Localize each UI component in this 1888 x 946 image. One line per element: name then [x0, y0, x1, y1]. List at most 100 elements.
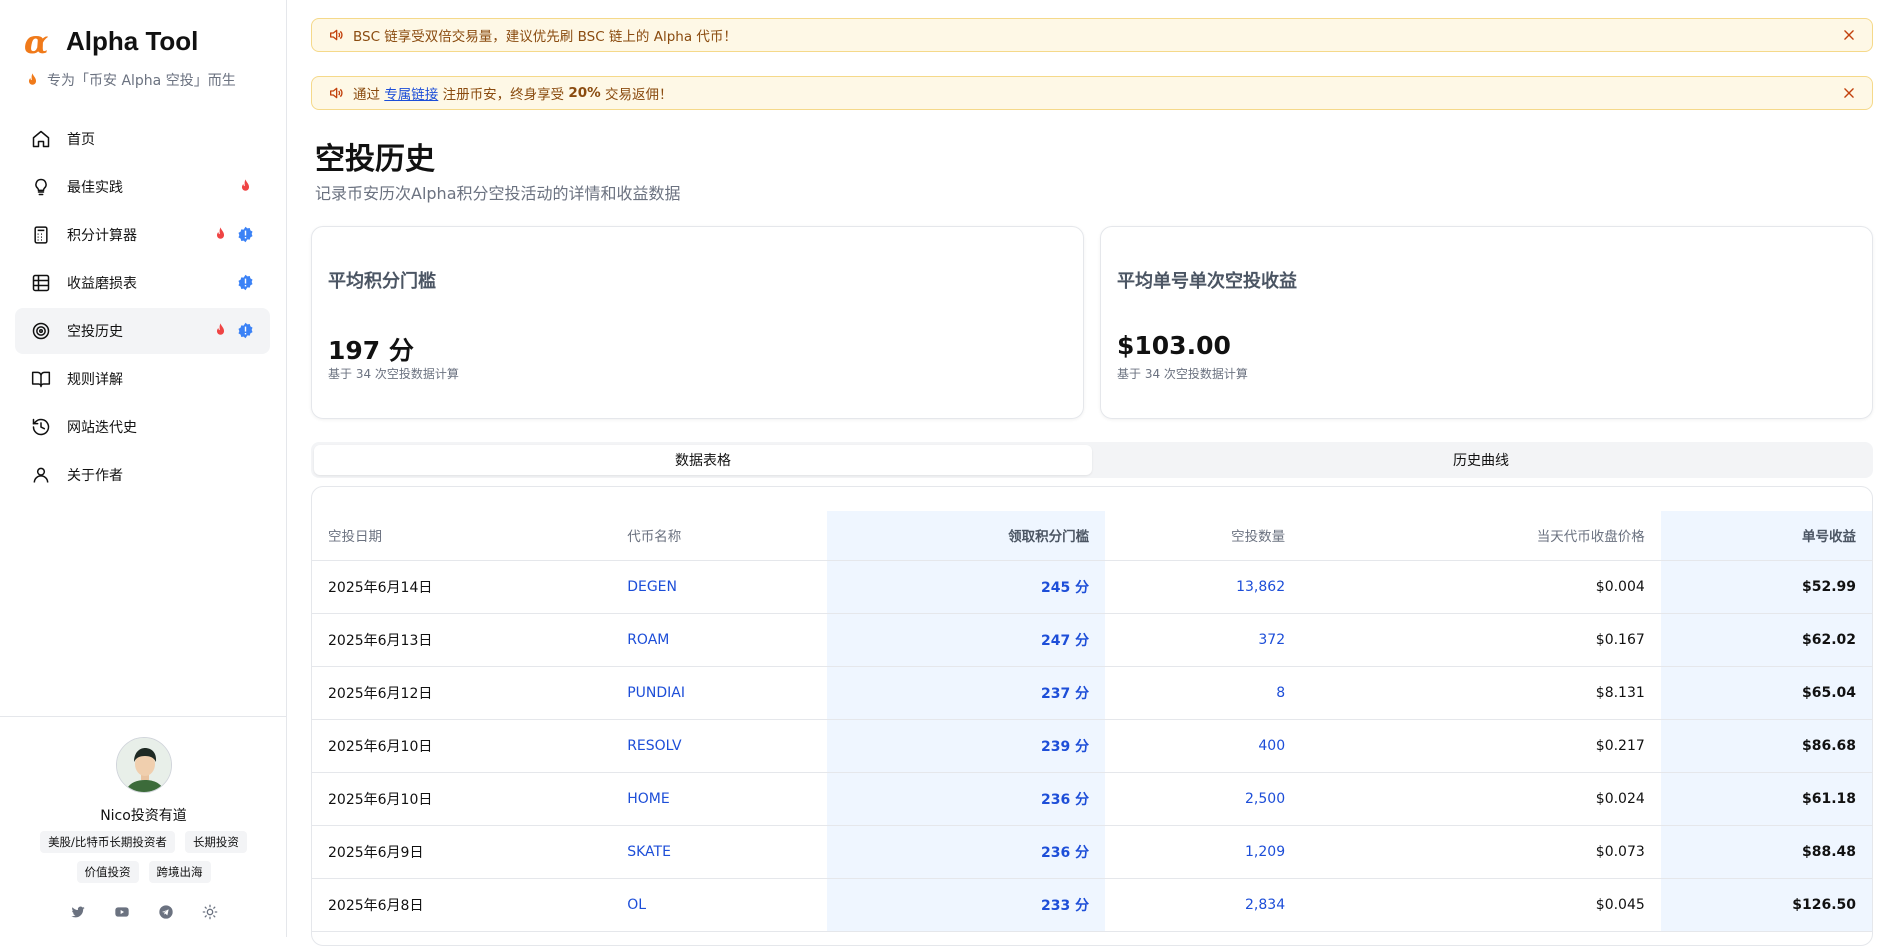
cell-quantity: 1,209: [1105, 825, 1302, 879]
column-header-token[interactable]: 代币名称: [625, 511, 828, 561]
cell-token[interactable]: SKATE: [625, 825, 828, 879]
history-icon: [31, 417, 51, 437]
cell-quantity: 400: [1105, 719, 1302, 773]
fire-icon: [216, 227, 225, 239]
cell-price: $0.217: [1301, 719, 1661, 773]
airdrop-table-container: 空投日期 代币名称 领取积分门槛 空投数量 当天代币收盘价格 单号收益 2025…: [311, 486, 1873, 946]
table-row[interactable]: 2025年6月12日 PUNDIAI 237 分 8 $8.131 $65.04: [312, 666, 1872, 720]
alpha-logo-icon: α: [24, 22, 49, 61]
table-row[interactable]: 2025年6月14日 DEGEN 245 分 13,862 $0.004 $52.99: [312, 560, 1872, 614]
calculator-icon: [31, 225, 51, 245]
column-header-quantity[interactable]: 空投数量: [1105, 511, 1302, 561]
sidebar-item-label: 空投历史: [67, 324, 123, 340]
cell-price: $0.167: [1301, 613, 1661, 667]
tab-history-chart[interactable]: 历史曲线: [1092, 445, 1870, 475]
sidebar-item-about[interactable]: 关于作者: [15, 452, 270, 498]
cell-token[interactable]: ROAM: [625, 613, 828, 667]
sidebar: α Alpha Tool 专为「币安 Alpha 空投」而生 首页 最佳实践 积…: [0, 0, 287, 937]
column-header-threshold[interactable]: 领取积分门槛: [827, 511, 1106, 561]
cell-threshold: 236 分: [827, 772, 1106, 826]
author-tag: 长期投资: [184, 831, 247, 853]
sidebar-item-label: 收益磨损表: [67, 276, 137, 292]
referral-link[interactable]: 专属链接: [384, 83, 438, 103]
cell-profit: $61.18: [1660, 772, 1872, 826]
cell-date: 2025年6月9日: [312, 825, 626, 879]
sidebar-item-best-practice[interactable]: 最佳实践: [15, 164, 270, 210]
card-value: 197 分: [328, 336, 414, 365]
cell-token[interactable]: PUNDIAI: [625, 666, 828, 720]
sidebar-item-rules[interactable]: 规则详解: [15, 356, 270, 402]
author-tag: 跨境出海: [148, 861, 211, 883]
close-icon[interactable]: [1842, 86, 1856, 100]
table-row[interactable]: 2025年6月9日 SKATE 236 分 1,209 $0.073 $88.48: [312, 825, 1872, 879]
cell-threshold: 233 分: [827, 878, 1106, 932]
column-header-date[interactable]: 空投日期: [312, 511, 626, 561]
cell-quantity: 372: [1105, 613, 1302, 667]
view-tabs: 数据表格 历史曲线: [311, 442, 1873, 478]
cell-threshold: 247 分: [827, 613, 1106, 667]
user-icon: [31, 465, 51, 485]
cell-threshold: 245 分: [827, 560, 1106, 614]
speaker-icon: [330, 29, 343, 41]
cell-token[interactable]: HOME: [625, 772, 828, 826]
cell-token[interactable]: RESOLV: [625, 719, 828, 773]
brand[interactable]: α Alpha Tool: [24, 22, 199, 61]
cell-profit: $65.04: [1660, 666, 1872, 720]
sidebar-item-changelog[interactable]: 网站迭代史: [15, 404, 270, 450]
brand-name: Alpha Tool: [66, 26, 199, 56]
table-row[interactable]: 2025年6月8日 OL 233 分 2,834 $0.045 $126.50: [312, 878, 1872, 932]
author-name: Nico投资有道: [100, 808, 187, 824]
cell-date: 2025年6月14日: [312, 560, 626, 614]
cell-date: 2025年6月10日: [312, 772, 626, 826]
cell-date: 2025年6月10日: [312, 719, 626, 773]
cell-date: 2025年6月8日: [312, 878, 626, 932]
twitter-icon[interactable]: [69, 903, 87, 921]
new-badge-icon: [238, 322, 253, 339]
sidebar-item-label: 网站迭代史: [67, 420, 137, 436]
stat-card-avg-threshold: 平均积分门槛 197 分 基于 34 次空投数据计算: [311, 226, 1084, 419]
cell-token[interactable]: DEGEN: [625, 560, 828, 614]
author-tags: 美股/比特币长期投资者 长期投资 价值投资 跨境出海: [0, 831, 287, 883]
notice-suffix: 交易返佣！: [600, 87, 673, 103]
fire-icon: [241, 179, 250, 191]
cell-price: $8.131: [1301, 666, 1661, 720]
youtube-icon[interactable]: [113, 903, 131, 921]
sidebar-item-airdrop-history[interactable]: 空投历史: [15, 308, 270, 354]
target-icon: [31, 321, 51, 341]
tab-data-table[interactable]: 数据表格: [314, 445, 1092, 475]
table-row[interactable]: 2025年6月10日 HOME 236 分 2,500 $0.024 $61.18: [312, 772, 1872, 826]
column-header-price[interactable]: 当天代币收盘价格: [1301, 511, 1661, 561]
cell-date: 2025年6月13日: [312, 613, 626, 667]
sidebar-item-profit-table[interactable]: 收益磨损表: [15, 260, 270, 306]
column-header-profit[interactable]: 单号收益: [1660, 511, 1872, 561]
telegram-icon[interactable]: [157, 903, 175, 921]
cell-threshold: 239 分: [827, 719, 1106, 773]
avatar[interactable]: [116, 737, 172, 793]
speaker-icon: [330, 87, 343, 99]
sidebar-item-label: 规则详解: [67, 372, 123, 388]
theme-toggle-icon[interactable]: [201, 903, 219, 921]
card-note: 基于 34 次空投数据计算: [1117, 367, 1248, 381]
cell-threshold: 237 分: [827, 666, 1106, 720]
cell-quantity: 2,500: [1105, 772, 1302, 826]
notice-text: BSC 链享受双倍交易量，建议优先刷 BSC 链上的 Alpha 代币！: [353, 29, 737, 45]
card-title: 平均积分门槛: [328, 271, 436, 292]
airdrop-table: 空投日期 代币名称 领取积分门槛 空投数量 当天代币收盘价格 单号收益 2025…: [312, 511, 1872, 932]
new-badge-icon: [238, 226, 253, 243]
sidebar-item-home[interactable]: 首页: [15, 116, 270, 162]
stat-card-avg-profit: 平均单号单次空投收益 $103.00 基于 34 次空投数据计算: [1100, 226, 1873, 419]
cell-token[interactable]: OL: [625, 878, 828, 932]
table-row[interactable]: 2025年6月13日 ROAM 247 分 372 $0.167 $62.02: [312, 613, 1872, 667]
fire-icon: [28, 72, 37, 85]
sidebar-item-calculator[interactable]: 积分计算器: [15, 212, 270, 258]
cell-profit: $52.99: [1660, 560, 1872, 614]
notice-prefix: 通过: [353, 87, 385, 103]
table-row[interactable]: 2025年6月10日 RESOLV 239 分 400 $0.217 $86.68: [312, 719, 1872, 773]
author-profile: Nico投资有道 美股/比特币长期投资者 长期投资 价值投资 跨境出海: [0, 716, 287, 937]
close-icon[interactable]: [1842, 28, 1856, 42]
cell-threshold: 236 分: [827, 825, 1106, 879]
home-icon: [31, 129, 51, 149]
cell-price: $0.073: [1301, 825, 1661, 879]
page-title: 空投历史: [315, 142, 435, 177]
table-icon: [31, 273, 51, 293]
